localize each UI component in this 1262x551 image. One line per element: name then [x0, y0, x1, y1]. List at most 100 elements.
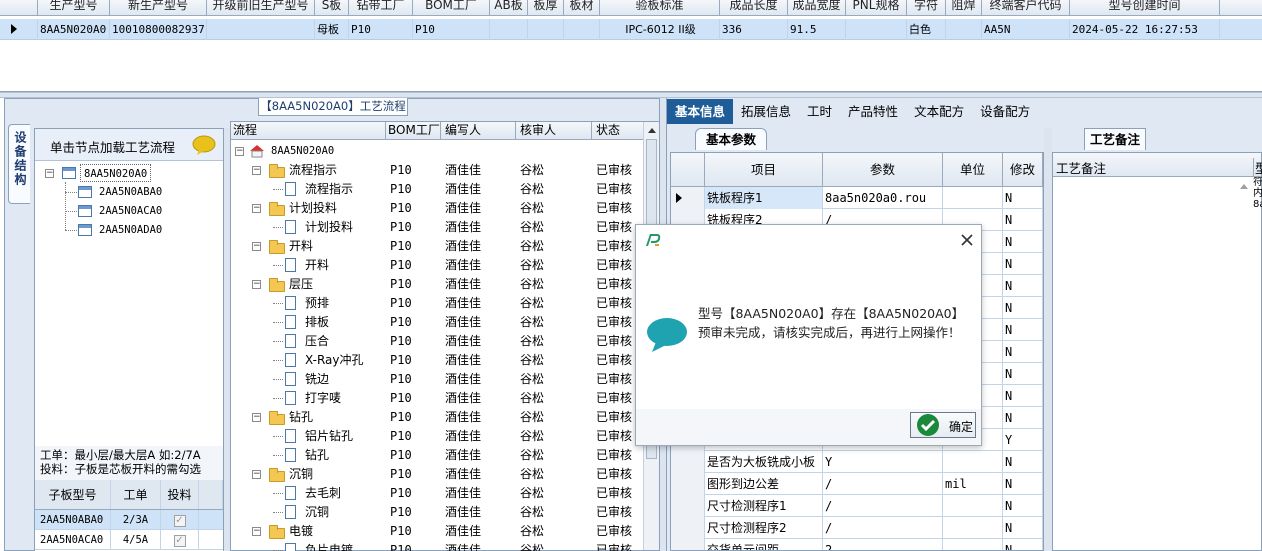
- cell-reviewer[interactable]: 谷松: [516, 427, 592, 446]
- flow-row[interactable]: 开料 P10 酒佳佳 谷松 已审核: [231, 256, 643, 275]
- flow-row[interactable]: X-Ray冲孔 P10 酒佳佳 谷松 已审核: [231, 351, 643, 370]
- cell-bom-factory[interactable]: P10: [386, 446, 441, 465]
- column-header[interactable]: 阻焊: [946, 0, 982, 16]
- column-header[interactable]: 型: [1253, 158, 1262, 177]
- cell-bom-factory[interactable]: P10: [386, 332, 441, 351]
- cell-process-name[interactable]: 去毛刺: [231, 484, 386, 503]
- tab-basic-info[interactable]: 基本信息: [667, 99, 734, 124]
- cell-unit[interactable]: [943, 539, 1003, 550]
- flow-row[interactable]: 流程指示 P10 酒佳佳 谷松 已审核: [231, 180, 643, 199]
- cell-author[interactable]: 酒佳佳: [441, 389, 516, 408]
- cell-author[interactable]: 酒佳佳: [441, 161, 516, 180]
- close-icon[interactable]: [960, 233, 974, 247]
- cell-child-model[interactable]: 2AA5N0ABA0: [35, 510, 111, 529]
- table-row[interactable]: 图形到边公差 / mil N: [671, 473, 1043, 495]
- cell-author[interactable]: 酒佳佳: [441, 408, 516, 427]
- cell-process-name[interactable]: − 钻孔: [231, 408, 386, 427]
- cell-feed[interactable]: ✓: [161, 530, 199, 549]
- cell-process-name[interactable]: 压合: [231, 332, 386, 351]
- basic-params-tab[interactable]: 基本参数: [695, 128, 767, 150]
- tree-collapse-toggle[interactable]: −: [252, 470, 261, 479]
- cell-value[interactable]: /: [823, 473, 943, 495]
- cell-pnl-spec[interactable]: [846, 19, 907, 40]
- process-remark-tab[interactable]: 工艺备注: [1084, 128, 1146, 150]
- column-header[interactable]: 成品宽度: [788, 0, 846, 16]
- cell-status[interactable]: 已审核: [592, 522, 643, 541]
- cell-reviewer[interactable]: [516, 142, 592, 161]
- tab-text-recipe[interactable]: 文本配方: [906, 99, 972, 124]
- cell-production-model[interactable]: 8AA5N020A0: [38, 19, 110, 40]
- cell-length[interactable]: 336: [720, 19, 788, 40]
- cell-bom-factory[interactable]: [386, 142, 441, 161]
- cell-reviewer[interactable]: 谷松: [516, 408, 592, 427]
- flow-row[interactable]: − 钻孔 P10 酒佳佳 谷松 已审核: [231, 408, 643, 427]
- cell-reviewer[interactable]: 谷松: [516, 199, 592, 218]
- table-row[interactable]: 2AA5N0ACA0 4/5A ✓: [35, 530, 223, 550]
- cell-process-name[interactable]: − 沉铜: [231, 465, 386, 484]
- flow-row[interactable]: 去毛刺 P10 酒佳佳 谷松 已审核: [231, 484, 643, 503]
- cell-value[interactable]: /: [823, 495, 943, 517]
- cell-value[interactable]: Y: [823, 451, 943, 473]
- cell-process-name[interactable]: 钻孔: [231, 446, 386, 465]
- cell-modify[interactable]: N: [1003, 385, 1043, 407]
- cell-solder-mask[interactable]: [946, 19, 982, 40]
- cell-modify[interactable]: N: [1003, 539, 1043, 550]
- flow-row[interactable]: − 流程指示 P10 酒佳佳 谷松 已审核: [231, 161, 643, 180]
- cell-status[interactable]: 已审核: [592, 503, 643, 522]
- cell-modify[interactable]: N: [1003, 297, 1043, 319]
- column-header[interactable]: AB板: [490, 0, 528, 16]
- cell-process-name[interactable]: 沉铜: [231, 503, 386, 522]
- column-header[interactable]: 投料: [161, 480, 199, 509]
- tree-collapse-toggle[interactable]: −: [252, 166, 261, 175]
- column-header[interactable]: 型号创建时间: [1070, 0, 1220, 16]
- cell-modify[interactable]: N: [1003, 517, 1043, 539]
- cell-reviewer[interactable]: 谷松: [516, 446, 592, 465]
- cell-reviewer[interactable]: 谷松: [516, 294, 592, 313]
- cell-process-name[interactable]: 流程指示: [231, 180, 386, 199]
- cell-width[interactable]: 91.5: [788, 19, 846, 40]
- flow-row[interactable]: 排板 P10 酒佳佳 谷松 已审核: [231, 313, 643, 332]
- cell-item[interactable]: 铣板程序1: [705, 187, 823, 209]
- cell-item[interactable]: 交货单元间距: [705, 539, 823, 550]
- cell-reviewer[interactable]: 谷松: [516, 465, 592, 484]
- column-header[interactable]: 验板标准: [600, 0, 720, 16]
- flow-row[interactable]: 钻孔 P10 酒佳佳 谷松 已审核: [231, 446, 643, 465]
- cell-author[interactable]: 酒佳佳: [441, 256, 516, 275]
- column-header[interactable]: 新生产型号: [110, 0, 207, 16]
- cell-value[interactable]: 2: [823, 539, 943, 550]
- column-header[interactable]: 编写人: [441, 122, 516, 140]
- table-row[interactable]: 铣板程序1 8aa5n020a0.rou N: [671, 187, 1043, 209]
- cell-process-name[interactable]: − 开料: [231, 237, 386, 256]
- tab-man-hours[interactable]: 工时: [799, 99, 840, 124]
- cell-modify[interactable]: N: [1003, 275, 1043, 297]
- row-indicator[interactable]: [671, 539, 705, 550]
- tree-collapse-toggle[interactable]: −: [252, 204, 261, 213]
- row-indicator[interactable]: [671, 187, 705, 209]
- cell-author[interactable]: 酒佳佳: [441, 465, 516, 484]
- column-header[interactable]: 板材: [564, 0, 600, 16]
- cell-customer-code[interactable]: AA5N: [982, 19, 1070, 40]
- tree-node-child[interactable]: 2AA5N0ADA0: [99, 221, 162, 239]
- flow-row[interactable]: 沉铜 P10 酒佳佳 谷松 已审核: [231, 503, 643, 522]
- cell-unit[interactable]: [943, 451, 1003, 473]
- cell-reviewer[interactable]: 谷松: [516, 275, 592, 294]
- cell-bom-factory[interactable]: P10: [386, 218, 441, 237]
- cell-bom-factory[interactable]: P10: [386, 294, 441, 313]
- cell-bom-factory[interactable]: P10: [386, 427, 441, 446]
- cell-author[interactable]: 酒佳佳: [441, 522, 516, 541]
- cell-ab-board[interactable]: [490, 19, 528, 40]
- cell-modify[interactable]: N: [1003, 473, 1043, 495]
- cell-modify[interactable]: N: [1003, 231, 1043, 253]
- cell-author[interactable]: 酒佳佳: [441, 237, 516, 256]
- flow-row[interactable]: 预排 P10 酒佳佳 谷松 已审核: [231, 294, 643, 313]
- column-header[interactable]: BOM工厂: [413, 0, 490, 16]
- cell-author[interactable]: 酒佳佳: [441, 218, 516, 237]
- cell-process-name[interactable]: − 计划投料: [231, 199, 386, 218]
- cell-process-name[interactable]: − 电镀: [231, 522, 386, 541]
- tab-equipment-structure[interactable]: 设备结构: [8, 124, 30, 204]
- cell-reviewer[interactable]: 谷松: [516, 522, 592, 541]
- cell-bom-factory[interactable]: P10: [386, 161, 441, 180]
- column-header[interactable]: 板厚: [528, 0, 564, 16]
- cell-modify[interactable]: N: [1003, 341, 1043, 363]
- flow-row[interactable]: 负片电镀 P10 酒佳佳 谷松 已审核: [231, 541, 643, 551]
